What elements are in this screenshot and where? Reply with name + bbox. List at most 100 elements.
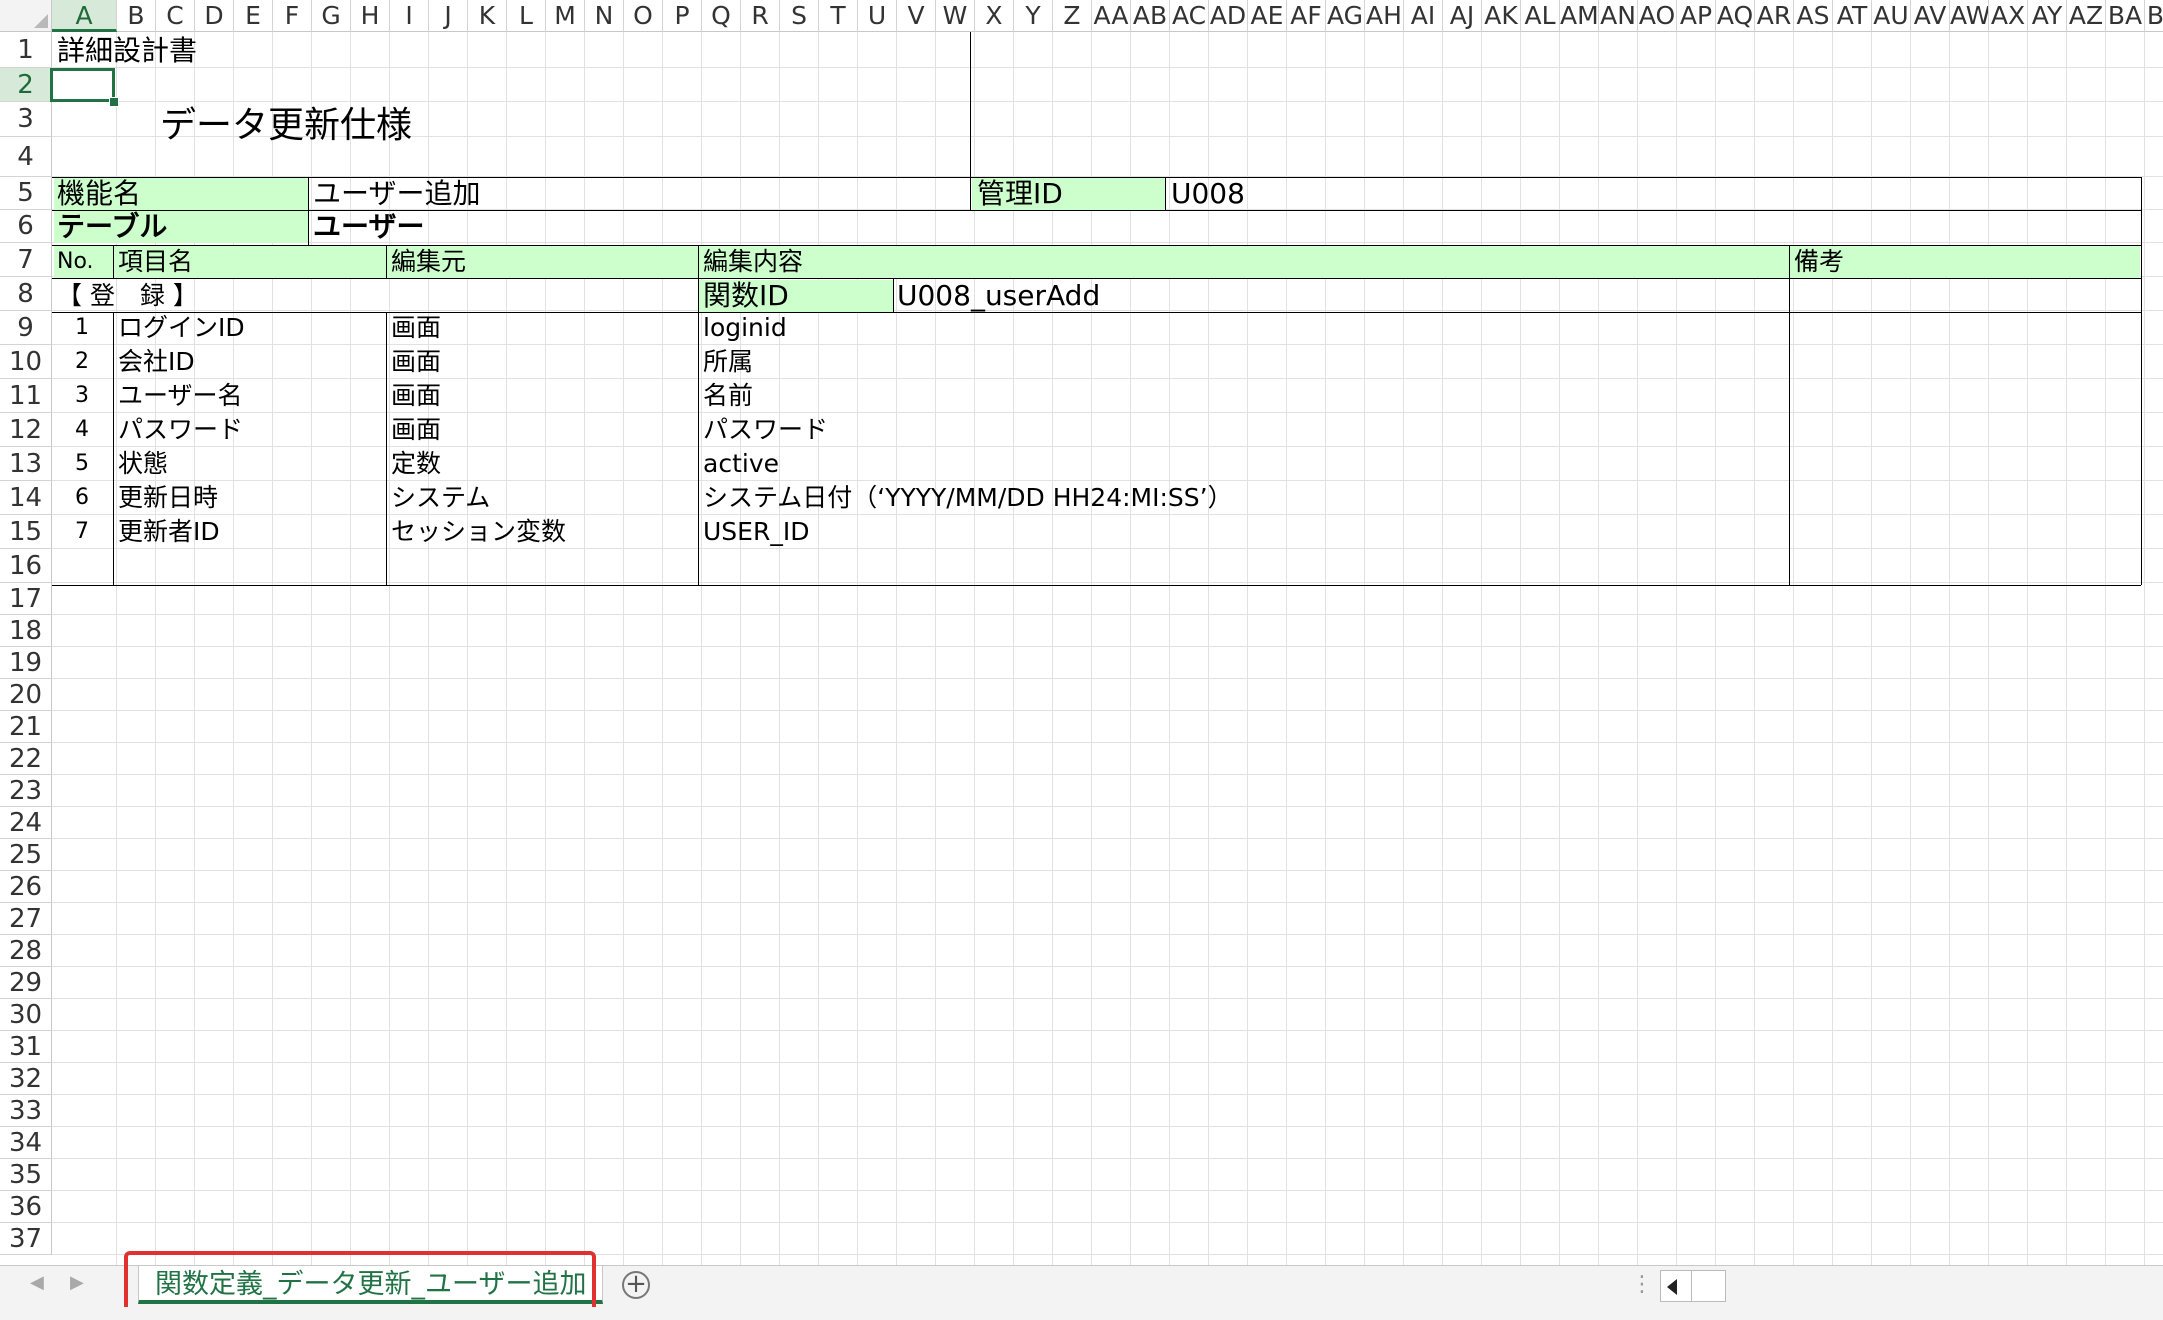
doc-header[interactable]: 詳細設計書 <box>57 34 197 68</box>
column-header-s[interactable]: S <box>780 0 819 32</box>
col-header-content[interactable]: 編集内容 <box>703 246 803 278</box>
plus-circle-icon[interactable]: + <box>622 1271 650 1299</box>
item-content[interactable]: パスワード <box>703 413 828 447</box>
item-content[interactable]: USER_ID <box>703 515 809 549</box>
col-header-no[interactable]: No. <box>57 246 94 278</box>
column-header-k[interactable]: K <box>468 0 507 32</box>
item-name[interactable]: 更新日時 <box>118 481 218 515</box>
item-name[interactable]: 状態 <box>118 447 168 481</box>
column-header-n[interactable]: N <box>585 0 624 32</box>
row-header-2[interactable]: 2 <box>0 68 52 102</box>
column-header-ap[interactable]: AP <box>1677 0 1716 32</box>
column-header-q[interactable]: Q <box>702 0 741 32</box>
row-header-31[interactable]: 31 <box>0 1031 52 1063</box>
item-no[interactable]: 4 <box>54 413 110 447</box>
item-name[interactable]: パスワード <box>118 413 243 447</box>
item-source[interactable]: 画面 <box>391 345 441 379</box>
column-header-ak[interactable]: AK <box>1482 0 1521 32</box>
column-header-al[interactable]: AL <box>1521 0 1560 32</box>
row-header-29[interactable]: 29 <box>0 967 52 999</box>
column-header-p[interactable]: P <box>663 0 702 32</box>
row-header-5[interactable]: 5 <box>0 177 52 210</box>
row-header-3[interactable]: 3 <box>0 102 52 137</box>
column-header-as[interactable]: AS <box>1794 0 1833 32</box>
row-header-33[interactable]: 33 <box>0 1095 52 1127</box>
row-header-15[interactable]: 15 <box>0 515 52 549</box>
row-header-4[interactable]: 4 <box>0 137 52 177</box>
function-label[interactable]: 機能名 <box>57 177 141 210</box>
row-header-24[interactable]: 24 <box>0 807 52 839</box>
row-header-22[interactable]: 22 <box>0 743 52 775</box>
column-header-d[interactable]: D <box>195 0 234 32</box>
column-header-ax[interactable]: AX <box>1989 0 2028 32</box>
item-source[interactable]: システム <box>391 481 490 515</box>
column-header-aw[interactable]: AW <box>1950 0 1989 32</box>
column-header-ah[interactable]: AH <box>1365 0 1404 32</box>
item-name[interactable]: ユーザー名 <box>118 379 243 413</box>
row-header-25[interactable]: 25 <box>0 839 52 871</box>
column-header-ba[interactable]: BA <box>2106 0 2145 32</box>
row-header-35[interactable]: 35 <box>0 1159 52 1191</box>
page-title[interactable]: データ更新仕様 <box>160 98 412 154</box>
chevron-left-icon[interactable]: ◀ <box>30 1272 44 1293</box>
row-header-20[interactable]: 20 <box>0 679 52 711</box>
column-header-ae[interactable]: AE <box>1248 0 1287 32</box>
cell-grid[interactable]: 詳細設計書 データ更新仕様 機能名 ユーザー追加 管理ID U008 テーブル … <box>50 32 2163 1265</box>
func-id-value[interactable]: U008_userAdd <box>897 280 1100 312</box>
row-header-28[interactable]: 28 <box>0 935 52 967</box>
column-header-ac[interactable]: AC <box>1170 0 1209 32</box>
item-source[interactable]: セッション変数 <box>391 515 566 549</box>
func-id-label[interactable]: 関数ID <box>703 280 789 312</box>
column-header-j[interactable]: J <box>429 0 468 32</box>
column-header-a[interactable]: A <box>52 0 117 32</box>
manage-id-value[interactable]: U008 <box>1171 177 1245 210</box>
column-header-bb[interactable]: BB <box>2145 0 2163 32</box>
chevron-right-icon[interactable]: ▶ <box>70 1272 84 1293</box>
column-header-ao[interactable]: AO <box>1638 0 1677 32</box>
item-name[interactable]: 更新者ID <box>118 515 220 549</box>
item-no[interactable]: 1 <box>54 311 110 345</box>
column-header-an[interactable]: AN <box>1599 0 1638 32</box>
row-header-13[interactable]: 13 <box>0 447 52 481</box>
column-header-b[interactable]: B <box>117 0 156 32</box>
table-label[interactable]: テーブル <box>57 210 167 243</box>
item-no[interactable]: 2 <box>54 345 110 379</box>
item-no[interactable]: 7 <box>54 515 110 549</box>
row-header-16[interactable]: 16 <box>0 549 52 583</box>
item-source[interactable]: 画面 <box>391 413 441 447</box>
item-no[interactable]: 3 <box>54 379 110 413</box>
select-all-corner[interactable] <box>0 0 52 32</box>
item-no[interactable]: 6 <box>54 481 110 515</box>
row-header-27[interactable]: 27 <box>0 903 52 935</box>
row-header-21[interactable]: 21 <box>0 711 52 743</box>
arrow-left-icon[interactable] <box>1667 1279 1677 1295</box>
tab-splitter-handle[interactable]: ⋮ <box>1631 1272 1653 1297</box>
row-header-14[interactable]: 14 <box>0 481 52 515</box>
item-content[interactable]: 所属 <box>703 345 753 379</box>
column-header-f[interactable]: F <box>273 0 312 32</box>
column-header-m[interactable]: M <box>546 0 585 32</box>
col-header-note[interactable]: 備考 <box>1794 246 1844 278</box>
column-header-au[interactable]: AU <box>1872 0 1911 32</box>
column-header-i[interactable]: I <box>390 0 429 32</box>
row-header-19[interactable]: 19 <box>0 647 52 679</box>
selected-cell-a2[interactable] <box>50 68 115 102</box>
column-header-ar[interactable]: AR <box>1755 0 1794 32</box>
column-header-g[interactable]: G <box>312 0 351 32</box>
row-header-1[interactable]: 1 <box>0 32 52 68</box>
row-header-37[interactable]: 37 <box>0 1223 52 1255</box>
column-header-h[interactable]: H <box>351 0 390 32</box>
item-source[interactable]: 定数 <box>391 447 441 481</box>
column-header-aq[interactable]: AQ <box>1716 0 1755 32</box>
item-content[interactable]: active <box>703 447 779 481</box>
column-header-t[interactable]: T <box>819 0 858 32</box>
row-header-34[interactable]: 34 <box>0 1127 52 1159</box>
column-header-v[interactable]: V <box>897 0 936 32</box>
column-header-az[interactable]: AZ <box>2067 0 2106 32</box>
column-header-at[interactable]: AT <box>1833 0 1872 32</box>
row-header-30[interactable]: 30 <box>0 999 52 1031</box>
item-source[interactable]: 画面 <box>391 379 441 413</box>
item-no[interactable]: 5 <box>54 447 110 481</box>
column-header-av[interactable]: AV <box>1911 0 1950 32</box>
column-header-ad[interactable]: AD <box>1209 0 1248 32</box>
